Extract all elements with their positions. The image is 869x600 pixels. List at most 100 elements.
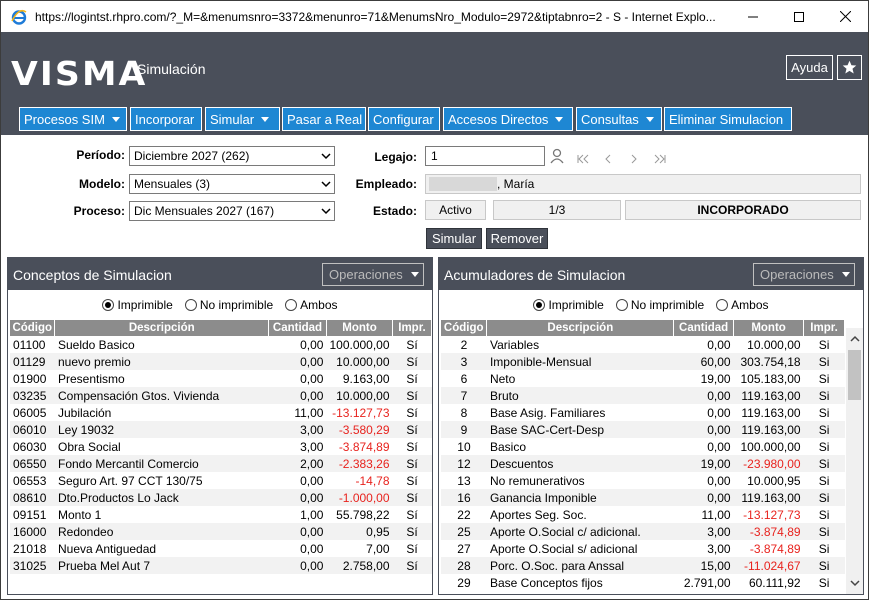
acumuladores-operaciones-button[interactable]: Operaciones [753,263,855,286]
estado-activo: Activo [425,200,486,220]
menu-accesos-directos[interactable]: Accesos Directos [443,107,573,131]
conceptos-operaciones-button[interactable]: Operaciones [322,263,424,286]
table-row[interactable]: 06005 Jubilación 11,00 -13.127,73 Sí [10,404,432,421]
table-cell: -3.874,89 [749,541,801,556]
remover-button[interactable]: Remover [486,228,548,249]
table-row[interactable]: 06553 Seguro Art. 97 CCT 130/75 0,00 -14,78… [10,472,432,489]
table-row[interactable]: 2 Variables 0,00 10.000,00 Si [441,336,845,353]
proceso-select[interactable]: Dic Mensuales 2027 (167) [129,201,335,221]
table-cell: 60,00 [673,353,734,370]
table-cell: Si [803,557,845,574]
table-row[interactable]: 22 Aportes Seg. Soc. 11,00 -13.127,73 Si [441,506,845,523]
table-row[interactable]: 27 Aporte O.Social s/ adicional 3,00 -3.874… [441,540,845,557]
table-cell: 8 [460,405,468,420]
table-row[interactable]: 08610 Dto.Productos Lo Jack 0,00 -1.000,00 S… [10,489,432,506]
periodo-select[interactable]: Diciembre 2027 (262) [129,146,335,166]
table-cell: 0,00 [300,337,324,352]
next-record-icon[interactable] [627,152,641,166]
dropdown-caret-icon [645,116,654,122]
table-row[interactable]: 09151 Monto 1 1,00 55.798,22 Sí [10,506,432,523]
radio-imprimible[interactable]: Imprimible [102,298,173,312]
table-row[interactable]: 16000 Redondeo 0,00 0,95 Sí [10,523,432,540]
table-row[interactable]: 06550 Fondo Mercantil Comercio 2,00 -2.383,… [10,455,432,472]
scrollbar-thumb[interactable] [848,350,861,400]
table-row[interactable]: 01129 nuevo premio 0,00 10.000,00 Sí [10,353,432,370]
favorite-star-icon[interactable] [837,55,862,80]
table-cell: Si [818,439,830,454]
table-row[interactable]: 03235 Compensación Gtos. Vivienda 0,00 10.0… [10,387,432,404]
legajo-input[interactable]: 1 [425,146,545,166]
acumuladores-scrollbar[interactable] [846,328,863,594]
help-button[interactable]: Ayuda [786,55,833,80]
previous-record-icon[interactable] [601,152,615,166]
menu-consultas[interactable]: Consultas [576,107,662,131]
table-cell: Si [818,371,830,386]
menu-simular[interactable]: Simular [205,107,280,131]
table-row[interactable]: 28 Porc. O.Soc. para Anssal 15,00 -11.024,6… [441,557,845,574]
scroll-down-icon[interactable] [846,575,863,592]
table-cell: Porc. O.Soc. para Anssal [486,557,674,574]
table-cell: Si [803,387,845,404]
table-cell: Si [818,541,830,556]
dropdown-caret-icon [555,116,564,122]
menu-label: Procesos SIM [24,111,105,127]
radio-no-imprimible[interactable]: No imprimible [615,298,704,312]
table-cell: Aporte O.Social c/ adicional. [486,523,674,540]
table-cell: 60.111,92 [748,575,801,590]
minimize-button[interactable] [730,1,776,32]
menu-incorporar[interactable]: Incorporar [130,107,202,131]
table-row[interactable]: 6 Neto 19,00 105.183,00 Si [441,370,845,387]
menu-label: Eliminar Simulacion [669,111,784,127]
menu-procesos-sim[interactable]: Procesos SIM [19,107,127,131]
radio-ambos[interactable]: Ambos [285,298,338,312]
menu-eliminar-simulacion[interactable]: Eliminar Simulacion [664,107,792,131]
redacted-name-block [429,177,497,191]
table-cell: Sí [406,507,418,522]
table-row[interactable]: 10 Basico 0,00 100.000,00 Si [441,438,845,455]
radio-ambos[interactable]: Ambos [716,298,769,312]
table-cell: 3,00 [268,421,327,438]
table-row[interactable]: 7 Bruto 0,00 119.163,00 Si [441,387,845,404]
table-cell: 2 [460,337,468,352]
table-cell: 0,00 [268,353,327,370]
table-row[interactable]: 06010 Ley 19032 3,00 -3.580,29 Sí [10,421,432,438]
operaciones-label: Operaciones [760,267,834,282]
table-cell: 119.163,00 [733,387,804,404]
simular-button[interactable]: Simular [426,228,482,249]
last-record-icon[interactable] [653,152,667,166]
table-cell: Base SAC-Cert-Desp [486,421,674,438]
radio-imprimible[interactable]: Imprimible [533,298,604,312]
menu-pasar-a-real[interactable]: Pasar a Real [282,107,366,131]
user-search-icon[interactable] [549,148,565,164]
maximize-button[interactable] [776,1,822,32]
table-row[interactable]: 13 No remunerativos 0,00 10.000,95 Si [441,472,845,489]
table-cell: Neto [489,371,516,386]
table-cell: 0,00 [268,557,327,574]
operaciones-label: Operaciones [329,267,403,282]
table-row[interactable]: 25 Aporte O.Social c/ adicional. 3,00 -3.87… [441,523,845,540]
close-button[interactable] [822,1,868,32]
table-cell: 10.000,00 [747,337,801,352]
table-row[interactable]: 12 Descuentos 19,00 -23.980,00 Si [441,455,845,472]
table-row[interactable]: 06030 Obra Social 3,00 -3.874,89 Sí [10,438,432,455]
radio-no-imprimible[interactable]: No imprimible [184,298,273,312]
first-record-icon[interactable] [576,152,590,166]
table-row[interactable]: 21018 Nueva Antiguedad 0,00 7,00 Sí [10,540,432,557]
table-row[interactable]: 01900 Presentismo 0,00 9.163,00 Sí [10,370,432,387]
table-row[interactable]: 9 Base SAC-Cert-Desp 0,00 119.163,00 Si [441,421,845,438]
table-row[interactable]: 8 Base Asig. Familiares 0,00 119.163,00 Si [441,404,845,421]
menu-label: Configurar [373,111,434,127]
table-row[interactable]: 31025 Prueba Mel Aut 7 0,00 2.758,00 Sí [10,557,432,574]
table-row[interactable]: 3 Imponible-Mensual 60,00 303.754,18 Si [441,353,845,370]
menu-configurar[interactable]: Configurar [368,107,440,131]
scroll-up-icon[interactable] [846,330,863,347]
table-cell: Sí [406,439,418,454]
table-cell: Si [803,353,845,370]
modelo-select[interactable]: Mensuales (3) [129,174,335,194]
table-row[interactable]: 29 Base Conceptos fijos 2.791,00 60.111,92 S… [441,574,845,591]
table-row[interactable]: 01100 Sueldo Basico 0,00 100.000,00 Sí [10,336,432,353]
table-cell: Si [818,473,830,488]
table-cell: Ley 19032 [54,421,269,438]
menu-label: Accesos Directos [448,111,549,127]
table-row[interactable]: 16 Ganancia Imponible 0,00 119.163,00 Si [441,489,845,506]
